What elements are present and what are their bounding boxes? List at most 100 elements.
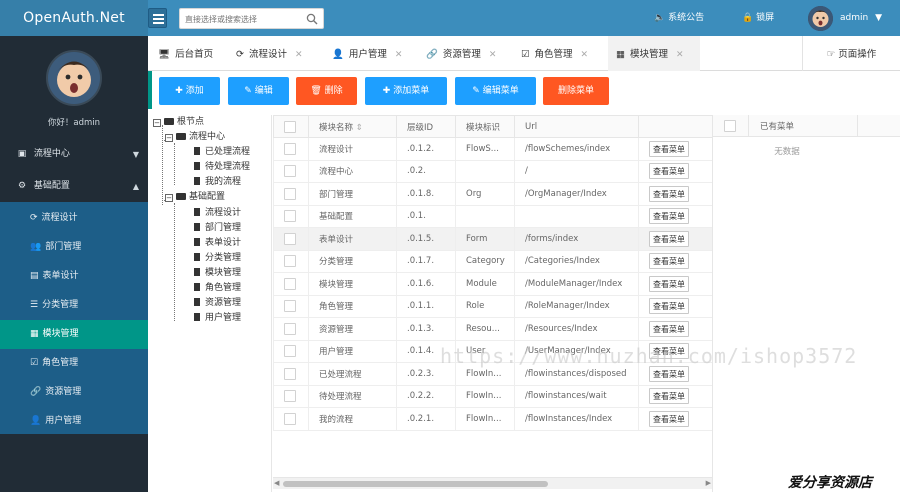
tree-node-root[interactable]: − 根节点 (153, 115, 204, 130)
edit-button[interactable]: ✎ 编辑 (228, 77, 289, 105)
column-header-code[interactable]: 模块标识 (455, 115, 515, 138)
view-menu-button[interactable]: 查看菜单 (649, 185, 689, 202)
sidebar-item-forms[interactable]: ▤ 表单设计 (0, 262, 148, 291)
sidebar-item-org[interactable]: 👥 部门管理 (0, 233, 148, 262)
delete-button[interactable]: 🗑 删除 (296, 77, 357, 105)
column-header-name[interactable]: 模块名称 ⇕ (308, 115, 397, 138)
row-checkbox[interactable] (284, 322, 296, 335)
tree-node-leaf[interactable]: 待处理流程 (194, 160, 250, 175)
close-icon[interactable]: ✕ (395, 50, 403, 60)
add-menu-button[interactable]: ✚ 添加菜单 (365, 77, 447, 105)
view-menu-button[interactable]: 查看菜单 (649, 410, 689, 427)
column-header-menu[interactable]: 已有菜单 (760, 120, 794, 132)
scroll-right-icon[interactable]: ▶ (706, 479, 711, 487)
table-row[interactable]: 基础配置 .0.1. 查看菜单 (273, 204, 713, 228)
announcement-link[interactable]: 🔈 系统公告 (654, 0, 704, 36)
tree-node-leaf[interactable]: 用户管理 (194, 311, 241, 326)
table-row[interactable]: 资源管理 .0.1.3. Resou.../Resources/Index 查看菜单 (273, 317, 713, 341)
row-checkbox[interactable] (284, 367, 296, 380)
row-checkbox[interactable] (284, 142, 296, 155)
lock-screen-link[interactable]: 🔒 锁屏 (742, 0, 774, 36)
close-icon[interactable]: ✕ (676, 50, 684, 60)
tree-node-leaf[interactable]: 分类管理 (194, 251, 241, 266)
row-checkbox[interactable] (284, 300, 296, 313)
user-menu[interactable]: admin ▼ (840, 0, 882, 36)
search-icon[interactable] (306, 13, 318, 25)
tab-resources[interactable]: 🔗 资源管理 ✕ (426, 36, 496, 71)
sidebar-item-flow-design[interactable]: ⟳ 流程设计 (0, 204, 148, 233)
row-checkbox[interactable] (284, 232, 296, 245)
column-header-cascade[interactable]: 层级ID (396, 115, 456, 138)
tab-users[interactable]: 👤 用户管理 ✕ (332, 36, 402, 71)
tree-node-leaf[interactable]: 角色管理 (194, 281, 241, 296)
row-checkbox[interactable] (284, 255, 296, 268)
tab-modules[interactable]: ▦ 模块管理 ✕ (608, 36, 700, 71)
close-icon[interactable]: ✕ (295, 50, 303, 60)
select-all-checkbox[interactable] (284, 120, 296, 133)
user-avatar[interactable] (808, 6, 833, 31)
collapse-icon[interactable]: − (165, 194, 173, 202)
row-checkbox[interactable] (284, 345, 296, 358)
page-operations-button[interactable]: ☞ 页面操作 (802, 36, 900, 71)
tree-node-leaf[interactable]: 模块管理 (194, 266, 241, 281)
sidebar-item-categories[interactable]: ☰ 分类管理 (0, 291, 148, 320)
view-menu-button[interactable]: 查看菜单 (649, 208, 689, 225)
row-checkbox[interactable] (284, 210, 296, 223)
select-all-checkbox[interactable] (724, 120, 736, 132)
tree-node-basic-config[interactable]: − 基础配置 (165, 190, 225, 205)
table-row[interactable]: 角色管理 .0.1.1. Role/RoleManager/Index 查看菜单 (273, 294, 713, 318)
add-button[interactable]: ✚ 添加 (159, 77, 220, 105)
view-menu-button[interactable]: 查看菜单 (649, 230, 689, 247)
tree-node-leaf[interactable]: 我的流程 (194, 175, 241, 190)
view-menu-button[interactable]: 查看菜单 (649, 365, 689, 382)
scrollbar-thumb[interactable] (283, 481, 548, 487)
collapse-icon[interactable]: − (165, 134, 173, 142)
close-icon[interactable]: ✕ (581, 50, 589, 60)
tree-node-leaf[interactable]: 流程设计 (194, 206, 241, 221)
sort-icon[interactable]: ⇕ (356, 123, 363, 133)
table-row[interactable]: 我的流程 .0.2.1. FlowIn.../flowInstances/Index… (273, 407, 713, 431)
search-box[interactable] (179, 8, 324, 29)
table-row[interactable]: 模块管理 .0.1.6. Module/ModuleManager/Index 查看菜… (273, 272, 713, 296)
row-checkbox[interactable] (284, 187, 296, 200)
tab-roles[interactable]: ☑ 角色管理 ✕ (521, 36, 588, 71)
tree-node-leaf[interactable]: 部门管理 (194, 221, 241, 236)
close-icon[interactable]: ✕ (489, 50, 497, 60)
view-menu-button[interactable]: 查看菜单 (649, 298, 689, 315)
view-menu-button[interactable]: 查看菜单 (649, 163, 689, 180)
sidebar-item-modules[interactable]: ▦ 模块管理 (0, 320, 148, 349)
table-row[interactable]: 分类管理 .0.1.7. Category/Categories/Index 查看菜单 (273, 249, 713, 273)
collapse-icon[interactable]: − (153, 119, 161, 127)
delete-menu-button[interactable]: 删除菜单 (543, 77, 609, 105)
table-row[interactable]: 流程中心 .0.2. / 查看菜单 (273, 159, 713, 183)
view-menu-button[interactable]: 查看菜单 (649, 140, 689, 157)
row-checkbox[interactable] (284, 165, 296, 178)
edit-menu-button[interactable]: ✎ 编辑菜单 (455, 77, 536, 105)
view-menu-button[interactable]: 查看菜单 (649, 388, 689, 405)
tab-home[interactable]: 🖥 后台首页 (158, 36, 213, 71)
view-menu-button[interactable]: 查看菜单 (649, 320, 689, 337)
view-menu-button[interactable]: 查看菜单 (649, 275, 689, 292)
app-logo[interactable]: OpenAuth.Net (0, 0, 148, 36)
table-row[interactable]: 部门管理 .0.1.8. Org/OrgManager/Index 查看菜单 (273, 182, 713, 206)
tab-flow-design[interactable]: ⟳ 流程设计 ✕ (236, 36, 303, 71)
tree-node-flow-center[interactable]: − 流程中心 (165, 130, 225, 145)
row-checkbox[interactable] (284, 277, 296, 290)
sidebar-group-flow-center[interactable]: ▣ 流程中心 ▼ (0, 140, 148, 169)
row-checkbox[interactable] (284, 390, 296, 403)
sidebar-item-resources[interactable]: 🔗 资源管理 (0, 378, 148, 407)
table-row[interactable]: 待处理流程 .0.2.2. FlowIn.../flowinstances/wait… (273, 384, 713, 408)
scroll-left-icon[interactable]: ◀ (274, 479, 279, 487)
column-header-url[interactable]: Url (514, 115, 639, 138)
sidebar-item-roles[interactable]: ☑ 角色管理 (0, 349, 148, 378)
horizontal-scrollbar[interactable]: ◀ ▶ (273, 477, 712, 489)
tree-node-leaf[interactable]: 表单设计 (194, 236, 241, 251)
tree-node-leaf[interactable]: 资源管理 (194, 296, 241, 311)
sidebar-group-basic-config[interactable]: ⚙ 基础配置 ▲ (0, 172, 148, 201)
search-input[interactable] (185, 12, 300, 26)
menu-toggle-button[interactable] (148, 8, 167, 28)
table-row[interactable]: 表单设计 .0.1.5. Form/forms/index 查看菜单 (273, 227, 713, 251)
table-row[interactable]: 流程设计 .0.1.2. FlowS.../flowSchemes/index 查看菜… (273, 137, 713, 161)
tree-node-leaf[interactable]: 已处理流程 (194, 145, 250, 160)
sidebar-item-users[interactable]: 👤 用户管理 (0, 407, 148, 436)
